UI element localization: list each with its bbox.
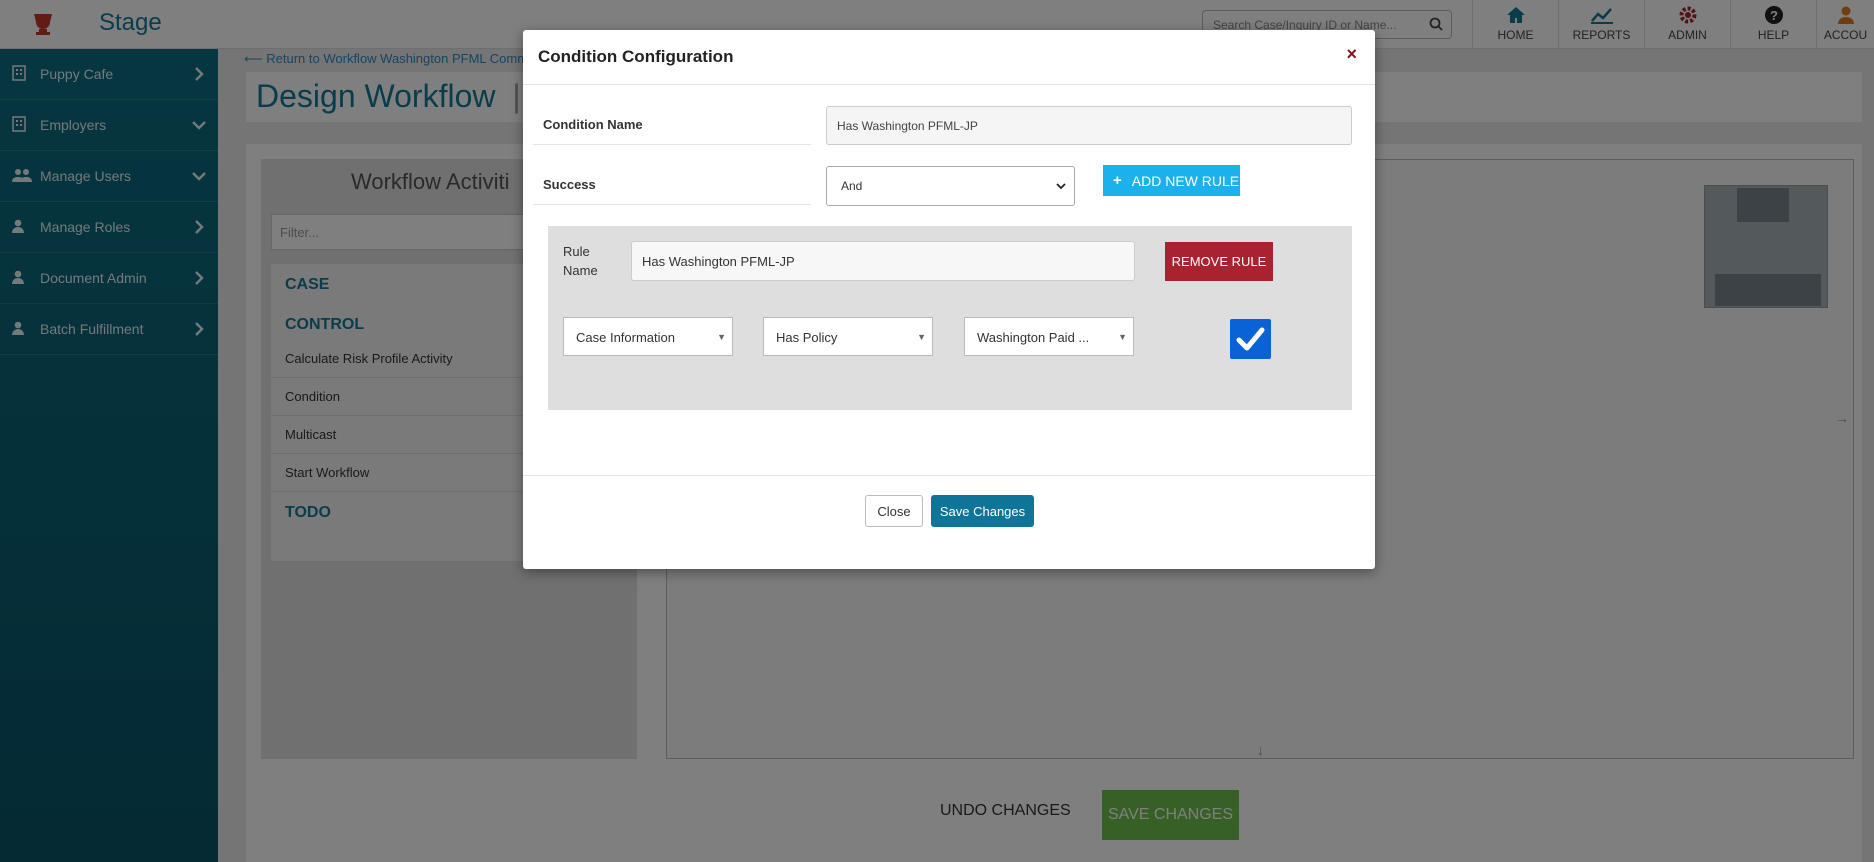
save-changes-button[interactable]: Save Changes <box>931 495 1034 527</box>
rule-field-select[interactable]: Has Policy ▼ <box>763 317 933 356</box>
rule-category-value: Case Information <box>576 330 675 345</box>
rule-name-input[interactable]: Has Washington PFML-JP <box>631 241 1135 281</box>
rule-value-select[interactable]: Washington Paid ... ▼ <box>964 317 1134 356</box>
rule-name-label-line: Rule <box>563 244 590 259</box>
divider <box>533 204 811 205</box>
remove-rule-button[interactable]: REMOVE RULE <box>1165 242 1273 281</box>
add-new-rule-button[interactable]: + ADD NEW RULE <box>1103 165 1240 196</box>
checkmark-icon <box>1236 327 1265 351</box>
success-label: Success <box>543 177 596 192</box>
plus-icon: + <box>1113 172 1122 189</box>
caret-down-icon: ▼ <box>717 332 726 342</box>
rule-panel: Rule Name Has Washington PFML-JP REMOVE … <box>548 226 1352 410</box>
rule-name-label: Rule Name <box>563 242 598 280</box>
close-icon[interactable]: × <box>1346 44 1357 65</box>
close-button[interactable]: Close <box>865 495 923 527</box>
add-rule-label: ADD NEW RULE <box>1131 172 1240 189</box>
caret-down-icon: ▼ <box>917 332 926 342</box>
chevron-down-icon <box>1056 183 1066 190</box>
modal-title: Condition Configuration <box>538 47 734 66</box>
rule-category-select[interactable]: Case Information ▼ <box>563 317 733 356</box>
condition-configuration-modal: Condition Configuration × Condition Name… <box>523 30 1375 569</box>
success-select[interactable]: And <box>826 166 1075 206</box>
divider <box>533 144 811 145</box>
rule-value-value: Washington Paid ... <box>977 330 1090 345</box>
modal-footer-divider <box>523 475 1375 476</box>
condition-name-label: Condition Name <box>543 117 643 132</box>
caret-down-icon: ▼ <box>1118 332 1127 342</box>
rule-checkbox[interactable] <box>1230 319 1271 359</box>
success-value: And <box>841 179 863 193</box>
condition-name-input[interactable]: Has Washington PFML-JP <box>826 106 1352 145</box>
rule-field-value: Has Policy <box>776 330 838 345</box>
modal-header: Condition Configuration × <box>523 30 1375 85</box>
rule-name-label-line: Name <box>563 263 598 278</box>
condition-name-value: Has Washington PFML-JP <box>837 119 978 133</box>
rule-name-value: Has Washington PFML-JP <box>642 254 795 269</box>
